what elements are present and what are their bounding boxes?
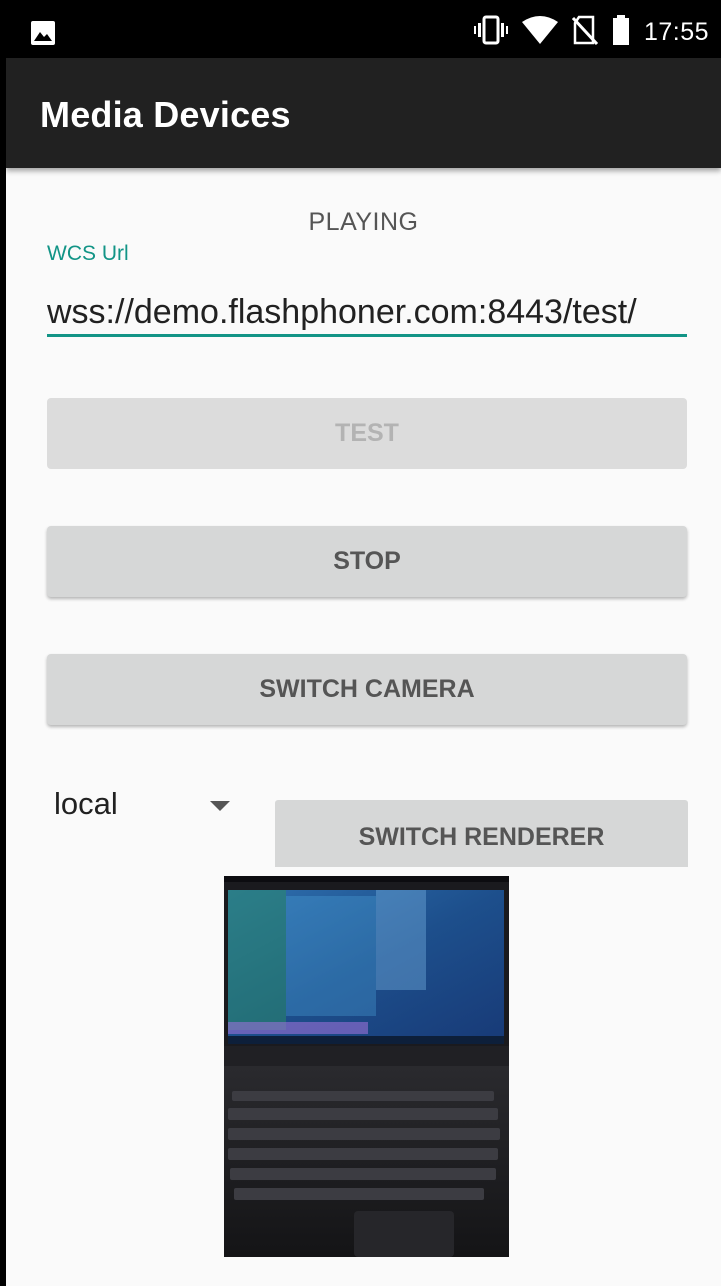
app-screen: 17:55 Media Devices PLAYING WCS Url TEST…: [0, 0, 721, 1286]
device-frame-top: [0, 0, 721, 6]
laptop-screen-video-frame: [224, 876, 509, 1257]
dropdown-arrow-icon: [210, 798, 230, 816]
renderer-select[interactable]: local: [54, 782, 240, 828]
switch-renderer-button[interactable]: SWITCH RENDERER: [275, 800, 688, 867]
app-title: Media Devices: [40, 94, 291, 135]
wcs-url-label: WCS Url: [47, 242, 129, 265]
renderer-select-value: local: [54, 786, 118, 821]
playback-status: PLAYING: [308, 208, 419, 236]
test-button[interactable]: TEST: [47, 398, 687, 469]
video-preview: [224, 876, 509, 1257]
switch-camera-button[interactable]: SWITCH CAMERA: [47, 654, 687, 725]
stop-button[interactable]: STOP: [47, 526, 687, 597]
device-frame-left: [0, 0, 6, 1286]
wifi-icon: [521, 15, 558, 49]
wcs-url-input[interactable]: [47, 290, 687, 337]
status-icons: 17:55: [473, 14, 709, 50]
battery-icon: [612, 14, 630, 50]
status-time: 17:55: [643, 17, 709, 46]
status-bar: 17:55: [6, 6, 721, 58]
app-bar: Media Devices: [6, 58, 721, 168]
vibrate-icon: [473, 15, 508, 50]
no-sim-icon: [571, 15, 599, 50]
image-icon: [30, 20, 56, 51]
